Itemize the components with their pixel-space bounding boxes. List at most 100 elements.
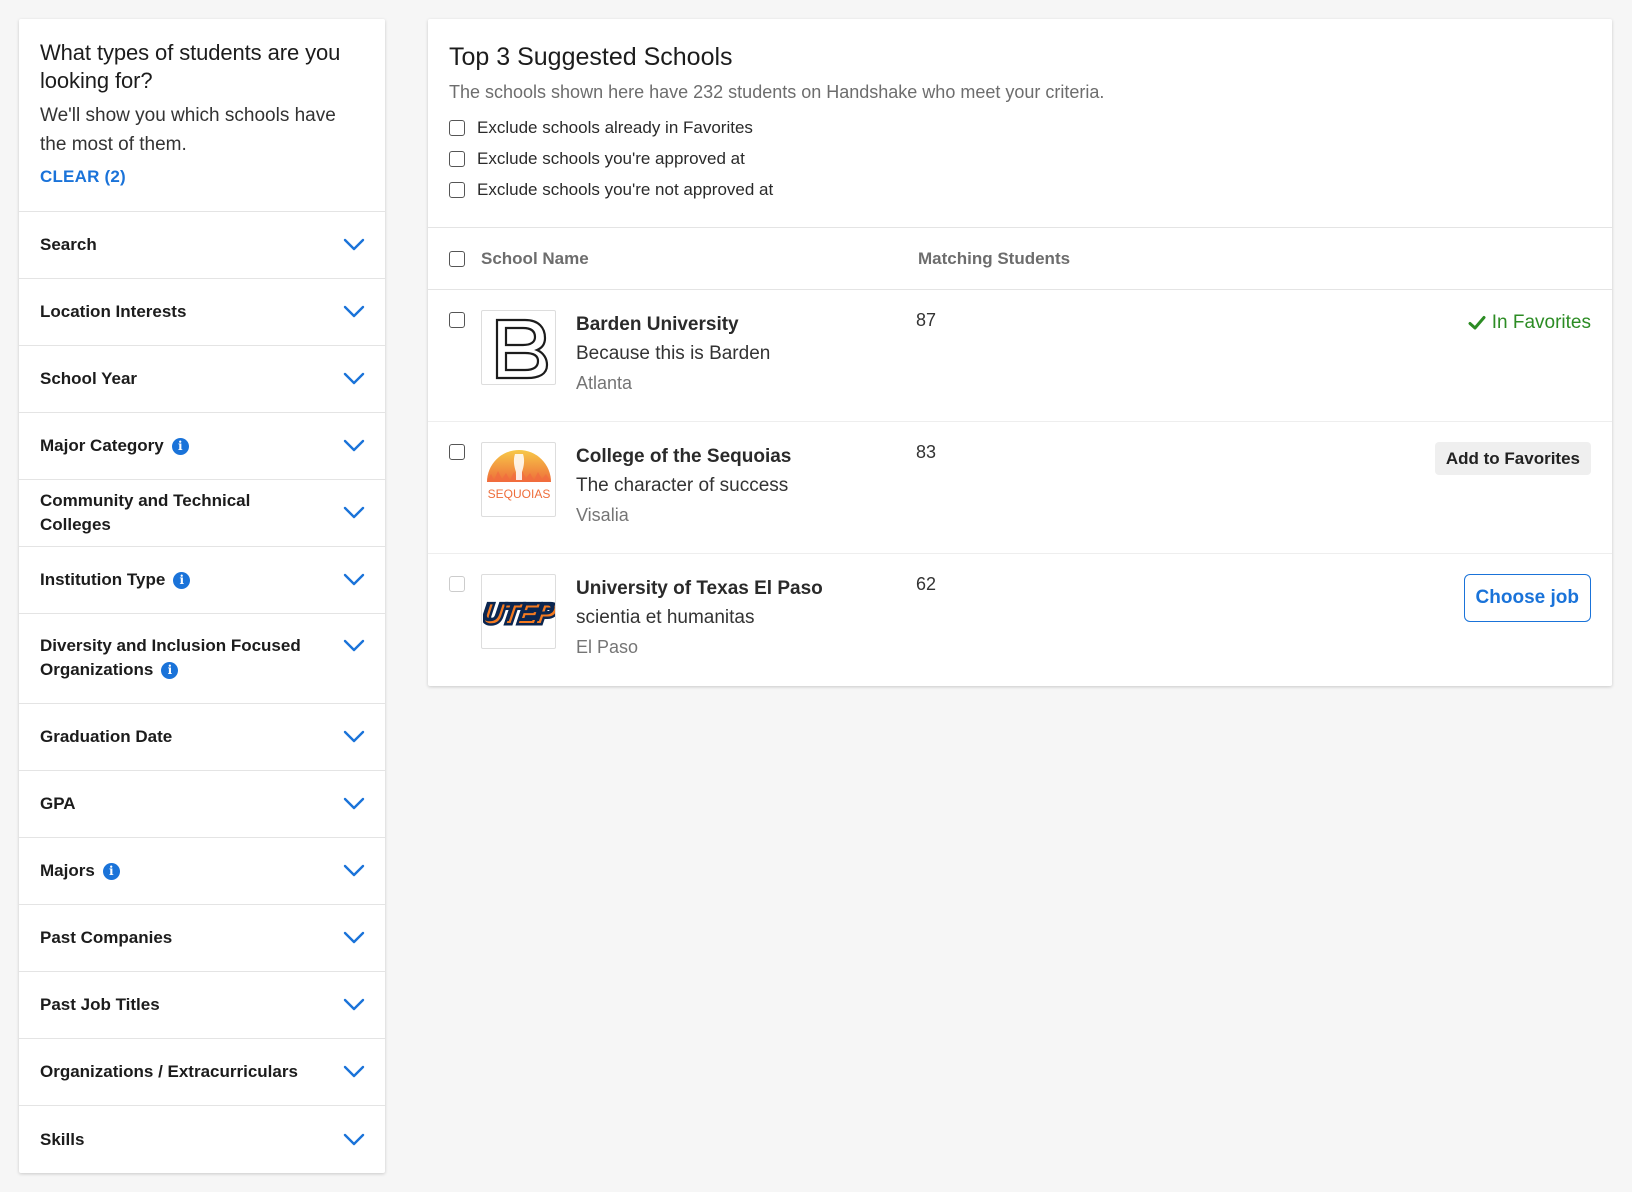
column-header-school-name[interactable]: School Name bbox=[481, 249, 589, 269]
sidebar-header: What types of students are you looking f… bbox=[19, 19, 385, 212]
sidebar-title: What types of students are you looking f… bbox=[40, 40, 341, 93]
school-location: Atlanta bbox=[576, 373, 633, 393]
filter-gpa[interactable]: GPA bbox=[19, 771, 385, 838]
filter-graduation-date[interactable]: Graduation Date bbox=[19, 704, 385, 771]
school-logo-utep: UTEP UTEP bbox=[481, 574, 556, 649]
chevron-down-icon bbox=[343, 730, 365, 744]
filter-past-job-titles[interactable]: Past Job Titles bbox=[19, 972, 385, 1039]
svg-text:UTEP: UTEP bbox=[483, 596, 555, 627]
school-tagline: scientia et humanitas bbox=[576, 607, 755, 628]
table-row: Barden University Because this is Barden… bbox=[428, 290, 1612, 422]
filter-institution-type[interactable]: Institution Type i bbox=[19, 547, 385, 614]
filter-label: Past Job Titles bbox=[40, 995, 160, 1014]
page-subtitle: The schools shown here have 232 students… bbox=[449, 82, 1105, 102]
school-name[interactable]: Barden University bbox=[576, 312, 739, 338]
table-row: UTEP UTEP University of Texas El Paso sc… bbox=[428, 554, 1612, 686]
in-favorites-status: In Favorites bbox=[1468, 312, 1591, 334]
filter-community-technical-colleges[interactable]: Community and Technical Colleges bbox=[19, 480, 385, 547]
add-to-favorites-button[interactable]: Add to Favorites bbox=[1434, 442, 1591, 475]
filter-label: Search bbox=[40, 235, 97, 254]
chevron-down-icon bbox=[343, 1133, 365, 1147]
info-icon[interactable]: i bbox=[171, 437, 189, 455]
exclude-options: Exclude schools already in Favorites Exc… bbox=[449, 112, 1591, 205]
filter-label: Diversity and Inclusion Focused Organiza… bbox=[40, 636, 301, 679]
chevron-down-icon bbox=[343, 372, 365, 386]
matching-count: 83 bbox=[916, 442, 937, 462]
in-favorites-label: In Favorites bbox=[1491, 312, 1591, 333]
school-location: El Paso bbox=[576, 637, 639, 657]
filter-label: Location Interests bbox=[40, 302, 187, 321]
barden-logo-icon bbox=[495, 318, 548, 379]
school-tagline: Because this is Barden bbox=[576, 343, 771, 364]
option-label: Exclude schools already in Favorites bbox=[477, 117, 753, 137]
filter-label: Major Category i bbox=[40, 434, 189, 458]
exclude-approved-checkbox[interactable] bbox=[449, 150, 465, 167]
info-icon[interactable]: i bbox=[173, 571, 191, 589]
chevron-down-icon bbox=[343, 238, 365, 252]
chevron-down-icon bbox=[343, 864, 365, 878]
filter-label: Organizations / Extracurriculars bbox=[40, 1062, 298, 1081]
exclude-favorites-checkbox[interactable] bbox=[449, 119, 465, 136]
filter-location-interests[interactable]: Location Interests bbox=[19, 279, 385, 346]
chevron-down-icon bbox=[343, 639, 365, 653]
option-label: Exclude schools you're not approved at bbox=[477, 179, 774, 199]
chevron-down-icon bbox=[343, 931, 365, 945]
filter-label: Community and Technical Colleges bbox=[40, 491, 251, 534]
filter-label: GPA bbox=[40, 794, 76, 813]
filter-label: Graduation Date bbox=[40, 727, 173, 746]
sidebar-subtitle: We'll show you which schools have the mo… bbox=[40, 105, 336, 155]
school-logo-barden bbox=[481, 310, 556, 385]
utep-logo-icon: UTEP UTEP bbox=[483, 595, 555, 631]
chevron-down-icon bbox=[343, 573, 365, 587]
info-icon[interactable]: i bbox=[161, 661, 179, 679]
svg-text:SEQUOIAS: SEQUOIAS bbox=[487, 487, 550, 501]
matching-count: 62 bbox=[916, 574, 937, 594]
matching-count: 87 bbox=[916, 310, 937, 330]
row-checkbox[interactable] bbox=[449, 576, 465, 592]
row-checkbox[interactable] bbox=[449, 444, 465, 460]
filter-school-year[interactable]: School Year bbox=[19, 346, 385, 413]
filter-skills[interactable]: Skills bbox=[19, 1106, 385, 1173]
page-title: Top 3 Suggested Schools bbox=[449, 43, 733, 71]
info-icon[interactable]: i bbox=[102, 862, 120, 880]
column-header-matching-students[interactable]: Matching Students bbox=[918, 249, 1070, 269]
chevron-down-icon bbox=[343, 439, 365, 453]
filter-search[interactable]: Search bbox=[19, 212, 385, 279]
suggested-schools-card: Top 3 Suggested Schools The schools show… bbox=[428, 19, 1612, 686]
filter-organizations-extracurriculars[interactable]: Organizations / Extracurriculars bbox=[19, 1039, 385, 1106]
sequoias-logo-icon: SEQUOIAS bbox=[486, 449, 551, 501]
filter-label: Majors i bbox=[40, 859, 120, 883]
clear-filters-link[interactable]: CLEAR (2) bbox=[40, 167, 126, 187]
school-name[interactable]: University of Texas El Paso bbox=[576, 576, 823, 602]
check-icon bbox=[1468, 315, 1486, 331]
table-row: SEQUOIAS College of the Sequoias The cha… bbox=[428, 422, 1612, 554]
filter-label: Institution Type i bbox=[40, 568, 191, 592]
filter-past-companies[interactable]: Past Companies bbox=[19, 905, 385, 972]
chevron-down-icon bbox=[343, 305, 365, 319]
card-header: Top 3 Suggested Schools The schools show… bbox=[428, 19, 1612, 228]
filter-label: Skills bbox=[40, 1129, 85, 1149]
option-label: Exclude schools you're approved at bbox=[477, 148, 745, 168]
filter-diversity-inclusion[interactable]: Diversity and Inclusion Focused Organiza… bbox=[19, 614, 385, 704]
chevron-down-icon bbox=[343, 797, 365, 811]
school-tagline: The character of success bbox=[576, 475, 789, 496]
filter-label: Past Companies bbox=[40, 928, 173, 947]
chevron-down-icon bbox=[343, 1065, 365, 1079]
chevron-down-icon bbox=[343, 506, 365, 520]
filter-label: School Year bbox=[40, 369, 138, 388]
school-name[interactable]: College of the Sequoias bbox=[576, 444, 791, 470]
exclude-approved-option[interactable]: Exclude schools you're approved at bbox=[449, 143, 1591, 174]
filter-majors[interactable]: Majors i bbox=[19, 838, 385, 905]
filter-sidebar: What types of students are you looking f… bbox=[19, 19, 385, 1173]
select-all-checkbox[interactable] bbox=[449, 250, 465, 267]
exclude-favorites-option[interactable]: Exclude schools already in Favorites bbox=[449, 112, 1591, 143]
chevron-down-icon bbox=[343, 998, 365, 1012]
school-logo-sequoias: SEQUOIAS bbox=[481, 442, 556, 517]
table-header: School Name Matching Students bbox=[428, 228, 1612, 290]
exclude-not-approved-option[interactable]: Exclude schools you're not approved at bbox=[449, 174, 1591, 205]
school-location: Visalia bbox=[576, 505, 629, 525]
exclude-not-approved-checkbox[interactable] bbox=[449, 181, 465, 198]
choose-job-button[interactable]: Choose job bbox=[1463, 574, 1591, 622]
row-checkbox[interactable] bbox=[449, 312, 465, 328]
filter-major-category[interactable]: Major Category i bbox=[19, 413, 385, 480]
